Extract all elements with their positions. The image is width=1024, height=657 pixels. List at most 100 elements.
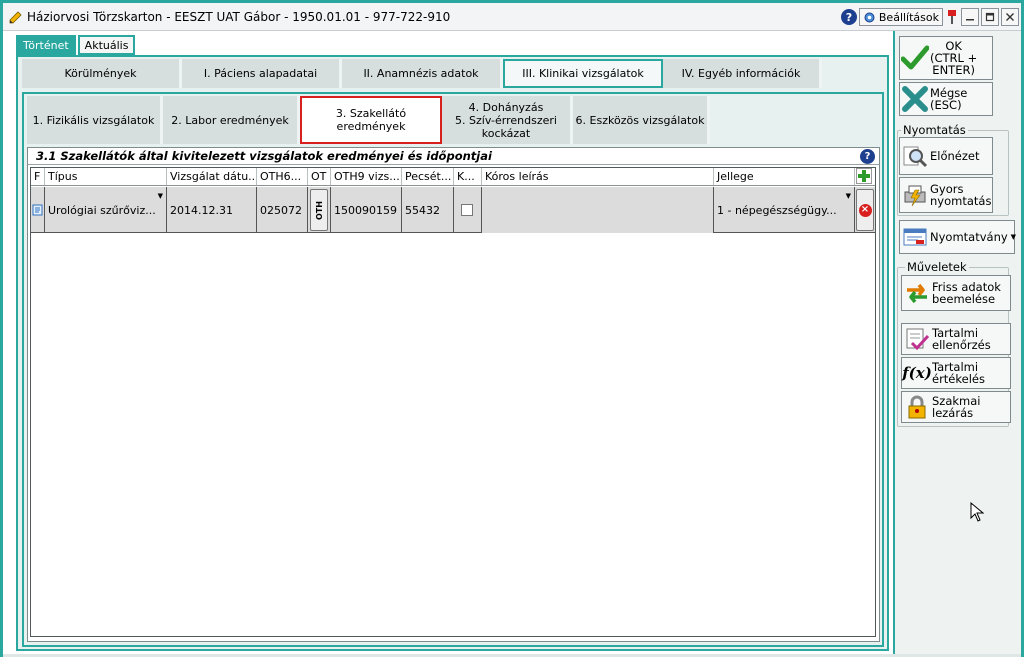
col-header-pecset[interactable]: Pecsét...	[402, 168, 454, 185]
cell-oth6[interactable]: 025072	[257, 187, 308, 233]
print-group-label: Nyomtatás	[901, 123, 968, 137]
cell-tipus[interactable]: Urológiai szűrőviz... ▼	[45, 187, 167, 233]
col-header-koros-leiras[interactable]: Kóros leírás	[482, 168, 714, 185]
results-grid: F Típus Vizsgálat dátu... OTH6... OT OTH…	[30, 167, 876, 637]
add-row-button[interactable]	[856, 168, 872, 184]
tab-dohanyzas-sziv-errendszeri[interactable]: 4. Dohányzás 5. Szív-érrendszeri kockáza…	[442, 96, 573, 144]
cancel-x-icon	[900, 84, 930, 114]
lock-icon	[902, 392, 932, 422]
clinical-sub-tabs: 1. Fizikális vizsgálatok 2. Labor eredmé…	[27, 96, 710, 144]
add-row-cell	[855, 168, 875, 185]
section-panel: Körülmények I. Páciens alapadatai II. An…	[16, 55, 889, 651]
cancel-label-line2: (ESC)	[930, 98, 962, 112]
help-icon[interactable]: ?	[840, 9, 857, 25]
action-panel: OK (CTRL + ENTER) Mégse (ESC) Nyomtatás	[893, 31, 1021, 654]
magnifier-icon	[900, 141, 930, 171]
title-bar-controls: ? Beállítások	[840, 8, 1019, 26]
quick-print-button[interactable]: Gyors nyomtatás	[899, 177, 993, 213]
col-header-vizsgalat-datum[interactable]: Vizsgálat dátu...	[167, 168, 257, 185]
close-button[interactable]	[1001, 8, 1019, 26]
tab-egyeb-informaciok[interactable]: IV. Egyéb információk	[663, 59, 822, 88]
oth-button-label: OTH	[314, 200, 324, 220]
col-header-tipus[interactable]: Típus	[45, 168, 167, 185]
tab-szakellato-eredmenyek[interactable]: 3. Szakellátó eredmények	[300, 96, 442, 144]
tab-dohanyzas-line1: 4. Dohányzás	[468, 100, 544, 114]
cell-koros	[454, 187, 482, 233]
tab-eszkozos-vizsgalatok[interactable]: 6. Eszközös vizsgálatok	[573, 96, 710, 144]
cell-oth9[interactable]: 150090159	[331, 187, 402, 233]
grid-title-text: 3.1 Szakellátók által kivitelezett vizsg…	[36, 149, 492, 163]
tab-labor-eredmenyek[interactable]: 2. Labor eredmények	[163, 96, 300, 144]
col-header-oth6[interactable]: OTH6...	[257, 168, 308, 185]
title-bar: Háziorvosi Törzskarton - EESZT UAT Gábor…	[3, 3, 1021, 31]
col-header-f[interactable]: F	[31, 168, 45, 185]
tab-klinikai-vizsgalatok[interactable]: III. Klinikai vizsgálatok	[503, 59, 663, 88]
close-label-line2: lezárás	[932, 406, 974, 420]
refresh-arrows-icon	[902, 278, 932, 308]
main-window: Háziorvosi Törzskarton - EESZT UAT Gábor…	[0, 0, 1024, 657]
gear-icon	[864, 12, 875, 22]
cell-vizsgalat-datum[interactable]: 2014.12.31	[167, 187, 257, 233]
minimize-button[interactable]	[961, 8, 979, 26]
mouse-cursor-icon	[970, 502, 984, 522]
ok-button[interactable]: OK (CTRL + ENTER)	[899, 36, 993, 80]
professional-close-button[interactable]: Szakmai lezárás	[901, 391, 1011, 423]
chevron-down-icon[interactable]: ▼	[846, 192, 851, 200]
import-fresh-data-button[interactable]: Friss adatok beemelése	[901, 275, 1011, 311]
pin-icon[interactable]	[945, 8, 959, 26]
eval-label: Tartalmi értékelés	[932, 361, 985, 385]
check-label-line2: ellenőrzés	[932, 338, 991, 352]
cell-jellege[interactable]: 1 - népegészségügy... ▼	[714, 187, 855, 233]
col-header-ot[interactable]: OT	[308, 168, 331, 185]
tab-anamnezis-adatok[interactable]: II. Anamnézis adatok	[342, 59, 503, 88]
quick-print-label-line2: nyomtatás	[930, 194, 992, 208]
tab-aktualis[interactable]: Aktuális	[77, 35, 136, 55]
document-icon[interactable]	[32, 204, 44, 216]
window-title: Háziorvosi Törzskarton - EESZT UAT Gábor…	[27, 10, 451, 24]
oth-lookup-button[interactable]: OTH	[310, 189, 328, 231]
tab-dohanyzas-line2: 5. Szív-érrendszeri	[455, 113, 557, 127]
delete-icon: ×	[858, 203, 872, 217]
chevron-down-icon[interactable]: ▼	[158, 192, 163, 200]
content-check-button[interactable]: Tartalmi ellenőrzés	[901, 323, 1011, 355]
checkmark-icon	[900, 43, 930, 73]
preview-button[interactable]: Előnézet	[899, 137, 993, 175]
cancel-button[interactable]: Mégse (ESC)	[899, 82, 993, 116]
maximize-button[interactable]	[981, 8, 999, 26]
maximize-icon	[985, 12, 995, 22]
tab-korulmenyek[interactable]: Körülmények	[22, 59, 182, 88]
table-row[interactable]: Urológiai szűrőviz... ▼ 2014.12.31 02507…	[31, 187, 875, 233]
koros-checkbox[interactable]	[461, 204, 473, 216]
ok-label-line3: ENTER)	[932, 63, 975, 77]
col-header-jellege[interactable]: Jellege	[714, 168, 855, 185]
app-pencil-icon	[9, 11, 22, 24]
clinical-panel: 1. Fizikális vizsgálatok 2. Labor eredmé…	[22, 92, 884, 647]
col-header-koros[interactable]: K...	[454, 168, 482, 185]
grid-title: 3.1 Szakellátók által kivitelezett vizsg…	[28, 148, 879, 165]
cell-pecset[interactable]: 55432	[402, 187, 454, 233]
tab-tortenet[interactable]: Történet	[16, 35, 76, 55]
eval-label-line2: értékelés	[932, 372, 985, 386]
ok-label: OK (CTRL + ENTER)	[930, 40, 977, 76]
grid-help-icon[interactable]: ?	[860, 149, 875, 164]
cancel-label: Mégse (ESC)	[930, 87, 967, 111]
operations-group-label: Műveletek	[905, 260, 969, 274]
cell-ot: OTH	[308, 187, 331, 233]
cell-jellege-value: 1 - népegészségügy...	[717, 203, 837, 217]
grid-header: F Típus Vizsgálat dátu... OTH6... OT OTH…	[31, 168, 875, 186]
delete-row-button[interactable]: ×	[856, 189, 874, 231]
form-label: Nyomtatvány	[930, 230, 1008, 244]
tab-paciens-alapadatai[interactable]: I. Páciens alapadatai	[182, 59, 342, 88]
content-evaluation-button[interactable]: f(x) Tartalmi értékelés	[901, 357, 1011, 389]
cell-koros-leiras[interactable]	[482, 187, 714, 233]
col-header-oth9[interactable]: OTH9 vizs...	[331, 168, 402, 185]
settings-button[interactable]: Beállítások	[858, 8, 943, 26]
form-dropdown-button[interactable]: Nyomtatvány ▼	[899, 220, 1016, 254]
check-label: Tartalmi ellenőrzés	[932, 327, 991, 351]
cell-tipus-value: Urológiai szűrőviz...	[48, 203, 156, 217]
quick-print-icon	[900, 180, 930, 210]
row-document-cell	[31, 187, 45, 233]
tab-fizikalis-vizsgalatok[interactable]: 1. Fizikális vizsgálatok	[27, 96, 163, 144]
main-content: Történet Aktuális Körülmények I. Páciens…	[3, 31, 891, 654]
top-tabs: Történet Aktuális	[16, 35, 137, 55]
